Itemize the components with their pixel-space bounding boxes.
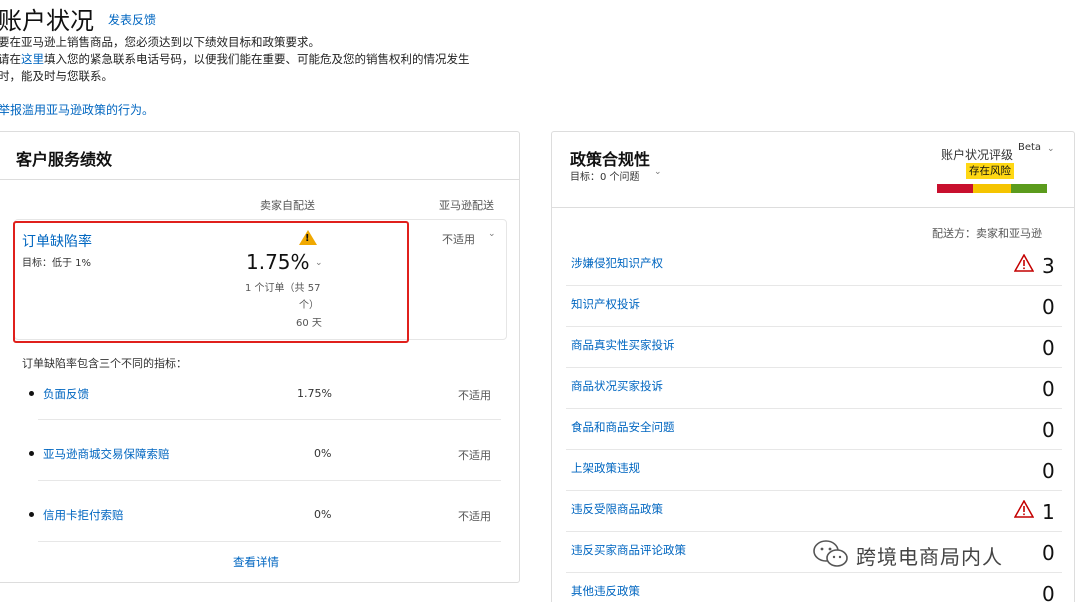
row-divider — [566, 408, 1062, 409]
policy-title: 政策合规性 — [570, 150, 651, 169]
emergency-contact-link[interactable]: 这里 — [21, 52, 44, 66]
page-title: 账户状况 — [0, 7, 94, 35]
odr-includes-text: 订单缺陷率包含三个不同的指标： — [22, 357, 187, 370]
alert-icon — [1014, 500, 1034, 518]
policy-item-count: 0 — [1042, 459, 1055, 483]
row-divider — [566, 531, 1062, 532]
alert-icon — [1014, 254, 1034, 272]
row-divider — [38, 541, 501, 542]
policy-item-listing[interactable]: 上架政策违规 — [571, 460, 640, 476]
metric-value: 0% — [314, 508, 332, 521]
risk-bar-green — [1011, 184, 1047, 193]
metric-negative-feedback[interactable]: 负面反馈 — [43, 386, 89, 402]
col-seller-fulfilled: 卖家自配送 — [260, 199, 315, 212]
rating-chevron-down-icon[interactable]: ⌄ — [1047, 144, 1055, 154]
bullet — [29, 391, 34, 396]
row-divider — [566, 285, 1062, 286]
metric-chargeback-claims[interactable]: 信用卡拒付索赔 — [43, 507, 124, 523]
row-divider — [566, 326, 1062, 327]
intro-text-line2: 请在这里填入您的紧急联系电话号码，以便我们能在重要、可能危及您的销售权利的情况发… — [0, 51, 470, 67]
row-divider — [566, 572, 1062, 573]
policy-item-ip-complaints[interactable]: 知识产权投诉 — [571, 296, 640, 312]
intro-text-post: 填入您的紧急联系电话号码，以便我们能在重要、可能危及您的销售权利的情况发生 — [44, 52, 470, 66]
bullet — [29, 512, 34, 517]
policy-item-count: 0 — [1042, 295, 1055, 319]
row-divider — [566, 490, 1062, 491]
intro-text-line1: 要在亚马逊上销售商品，您必须达到以下绩效目标和政策要求。 — [0, 35, 320, 49]
policy-item-count: 0 — [1042, 336, 1055, 360]
policy-item-count: 3 — [1042, 254, 1055, 278]
col-amazon-fulfilled: 亚马逊配送 — [439, 199, 494, 212]
row-divider — [38, 419, 501, 420]
policy-item-authenticity[interactable]: 商品真实性买家投诉 — [571, 337, 675, 353]
row-divider — [566, 449, 1062, 450]
metric-amazon-value: 不适用 — [458, 389, 491, 402]
highlight-box — [13, 221, 409, 343]
policy-item-reviews[interactable]: 违反买家商品评论政策 — [571, 542, 686, 558]
policy-item-condition[interactable]: 商品状况买家投诉 — [571, 378, 663, 394]
bullet — [29, 451, 34, 456]
policy-target: 目标：0 个问题 — [570, 172, 640, 183]
row-divider — [38, 480, 501, 481]
metric-amazon-value: 不适用 — [458, 510, 491, 523]
policy-item-count: 0 — [1042, 582, 1055, 602]
beta-label: Beta — [1018, 142, 1042, 153]
policy-item-restricted[interactable]: 违反受限商品政策 — [571, 501, 663, 517]
policy-item-ip-suspected[interactable]: 涉嫌侵犯知识产权 — [571, 255, 663, 271]
metric-amazon-value: 不适用 — [458, 449, 491, 462]
row-divider — [566, 367, 1062, 368]
risk-bar-red — [937, 184, 973, 193]
policy-item-other[interactable]: 其他违反政策 — [571, 583, 640, 599]
policy-item-count: 0 — [1042, 377, 1055, 401]
metric-value: 0% — [314, 447, 332, 460]
risk-bar-yellow — [973, 184, 1011, 193]
risk-status-badge: 存在风险 — [966, 163, 1014, 179]
wechat-icon — [813, 540, 848, 567]
feedback-link[interactable]: 发表反馈 — [108, 11, 156, 28]
policy-item-food-safety[interactable]: 食品和商品安全问题 — [571, 419, 675, 435]
card-header-divider — [0, 179, 519, 180]
policy-item-count: 0 — [1042, 418, 1055, 442]
metric-value: 1.75% — [297, 387, 332, 400]
policy-item-count: 1 — [1042, 500, 1055, 524]
policy-target-chevron-down-icon[interactable]: ⌄ — [654, 167, 662, 177]
report-abuse-link[interactable]: 举报滥用亚马逊政策的行为。 — [0, 101, 154, 118]
customer-service-title: 客户服务绩效 — [16, 150, 113, 169]
watermark-text: 跨境电商局内人 — [856, 545, 1003, 569]
metric-a-to-z-claims[interactable]: 亚马逊商城交易保障索赔 — [43, 446, 170, 462]
odr-amazon-value: 不适用 — [442, 233, 475, 246]
amazon-chevron-down-icon[interactable]: ⌄ — [488, 229, 496, 239]
fulfilled-by-label: 配送方：卖家和亚马逊 — [932, 227, 1042, 240]
intro-text-line3: 时，能及时与您联系。 — [0, 69, 113, 83]
policy-item-count: 0 — [1042, 541, 1055, 565]
account-health-rating-label: 账户状况评级 — [941, 148, 1014, 162]
intro-text-pre: 请在 — [0, 52, 21, 66]
card-header-divider — [552, 207, 1074, 208]
view-details-link[interactable]: 查看详情 — [233, 554, 279, 570]
